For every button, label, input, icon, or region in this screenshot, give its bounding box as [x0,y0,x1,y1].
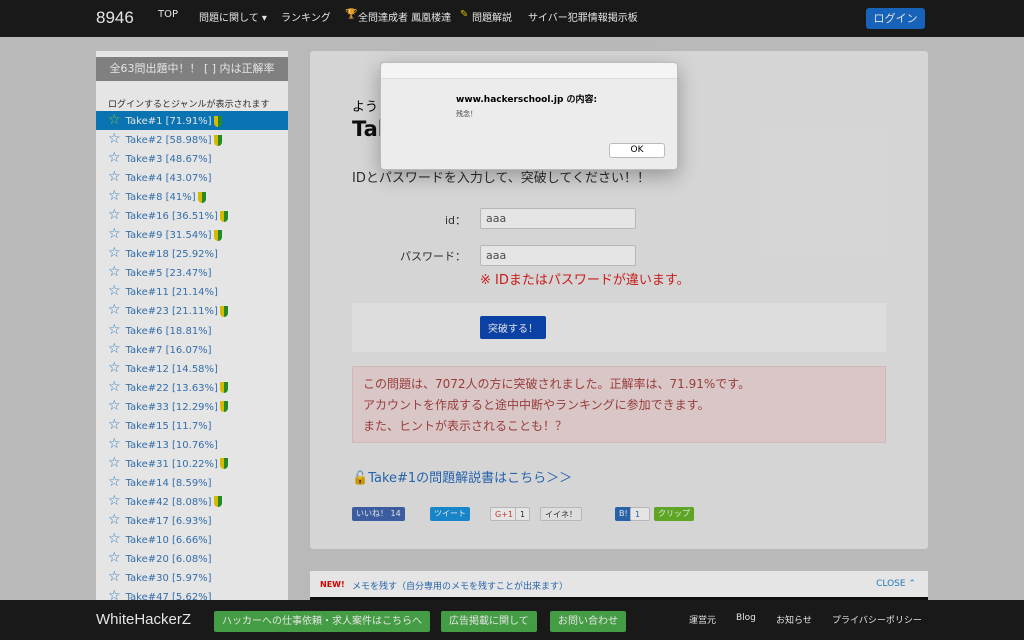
dialog-title: www.hackerschool.jp の内容: [456,95,598,105]
dialog-titlebar [381,63,677,79]
alert-dialog: www.hackerschool.jp の内容: 残念！ OK [380,62,678,170]
ok-button[interactable]: OK [609,143,665,158]
dialog-message: 残念！ [456,110,477,118]
